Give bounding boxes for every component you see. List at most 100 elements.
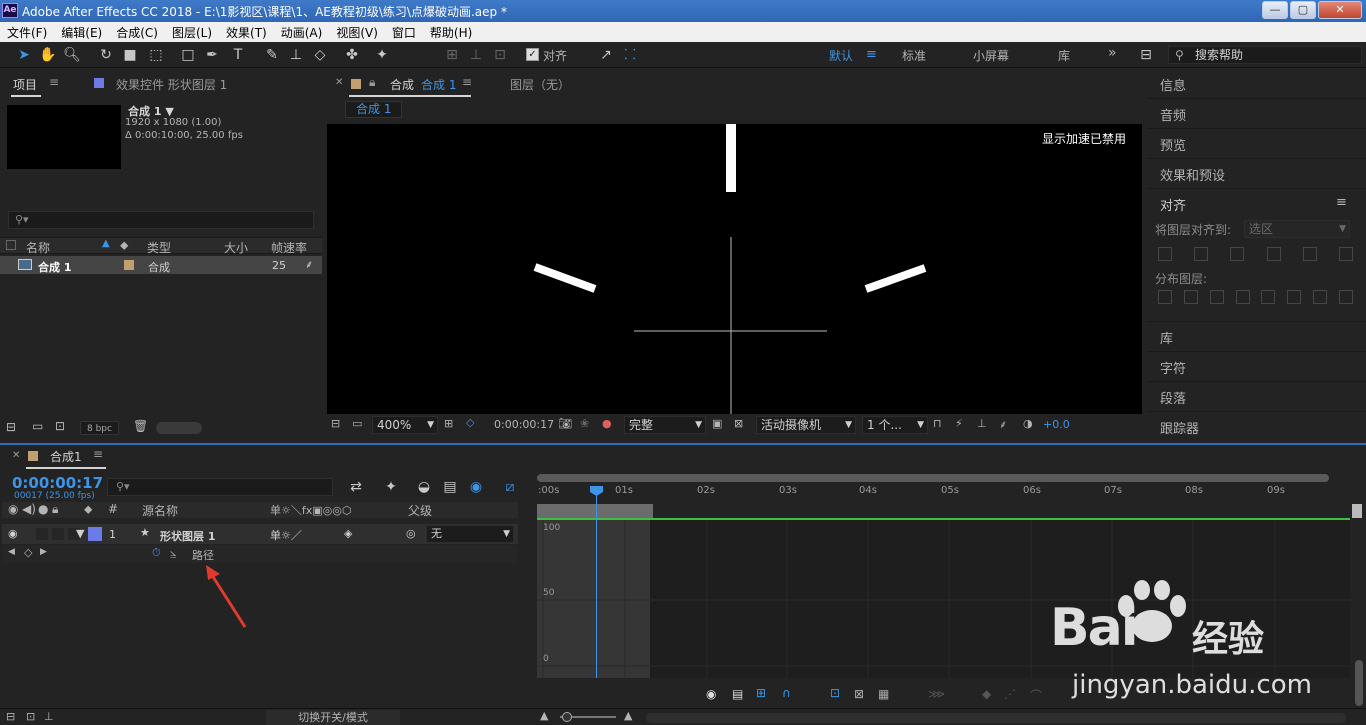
edit-keyframe-icon[interactable]: ⋙ bbox=[928, 687, 945, 701]
align-panel-menu-icon[interactable]: ≡ bbox=[1336, 195, 1347, 210]
fit-selection-icon[interactable]: ⊡ bbox=[830, 686, 840, 700]
align-top-icon[interactable] bbox=[1266, 247, 1281, 261]
snap-icon[interactable]: ∩ bbox=[782, 686, 791, 700]
more-workspaces-button[interactable]: » bbox=[1108, 45, 1117, 61]
new-composition-icon[interactable]: ⊡ bbox=[55, 419, 65, 433]
transparency-grid-icon[interactable]: ⊠ bbox=[734, 417, 743, 430]
audio-toggle[interactable] bbox=[36, 528, 48, 540]
reset-exposure-icon[interactable]: ◑ bbox=[1023, 417, 1033, 430]
hand-tool-icon[interactable]: ✋ bbox=[38, 45, 58, 65]
current-time-display[interactable]: 0:00:00:17 bbox=[12, 474, 103, 492]
comp-breadcrumb[interactable]: 合成 1 bbox=[345, 101, 403, 118]
project-panel-menu-icon[interactable]: ≡ bbox=[49, 75, 59, 89]
composition-viewer[interactable]: 显示加速已禁用 bbox=[327, 124, 1142, 414]
label-color-swatch[interactable] bbox=[124, 260, 134, 270]
time-ruler[interactable]: :00s 01s 02s 03s 04s 05s 06s 07s 08s 09s bbox=[537, 484, 1350, 502]
timeline-icon[interactable]: ⊥ bbox=[977, 417, 987, 430]
camera-dropdown[interactable]: 活动摄像机 ▼ bbox=[756, 416, 856, 434]
column-size[interactable]: 大小 bbox=[224, 239, 248, 256]
snap-edges-icon[interactable]: ↗ bbox=[596, 45, 616, 65]
flowchart-icon[interactable]: ⸙ bbox=[305, 257, 313, 272]
menu-file[interactable]: 文件(F) bbox=[0, 22, 54, 42]
panel-preview[interactable]: 预览 bbox=[1160, 135, 1186, 154]
camera-tool-icon[interactable]: ■ bbox=[120, 45, 140, 65]
layer-motion-blur-icon[interactable]: ◈ bbox=[344, 527, 352, 540]
always-preview-icon[interactable]: ⊟ bbox=[331, 417, 340, 430]
align-right-icon[interactable] bbox=[1230, 247, 1245, 261]
prev-keyframe-icon[interactable]: ◀ bbox=[8, 547, 15, 557]
auto-bezier-icon[interactable]: ⌒ bbox=[1030, 687, 1042, 704]
shy-layers-icon[interactable]: ◒ bbox=[414, 477, 434, 497]
panel-effects-presets[interactable]: 效果和预设 bbox=[1160, 165, 1225, 184]
maximize-button[interactable]: ▢ bbox=[1290, 1, 1316, 19]
show-properties-icon[interactable]: ◉ bbox=[706, 687, 716, 701]
tab-timeline-comp[interactable]: 合成1 bbox=[50, 448, 82, 465]
workspace-libraries[interactable]: 库 bbox=[1058, 47, 1070, 64]
mask-visibility-icon[interactable]: ◇ bbox=[466, 416, 474, 429]
new-folder-icon[interactable]: ▭ bbox=[32, 419, 43, 433]
tab-layer[interactable]: 图层（无） bbox=[510, 76, 570, 93]
timeline-menu-icon[interactable]: ≡ bbox=[93, 447, 103, 461]
menu-edit[interactable]: 编辑(E) bbox=[54, 22, 109, 42]
zoom-slider-thumb[interactable] bbox=[562, 712, 572, 722]
layer-name[interactable]: 形状图层 1 bbox=[160, 528, 215, 544]
layer-switches[interactable]: 单☼／ bbox=[270, 527, 302, 543]
rectangle-tool-icon[interactable]: □ bbox=[178, 45, 198, 65]
align-to-dropdown[interactable]: 选区 ▼ bbox=[1244, 220, 1350, 238]
zoom-tool-icon[interactable]: 🔍︎ bbox=[62, 45, 82, 65]
separate-dimensions-icon[interactable]: ▦ bbox=[878, 687, 889, 701]
zoom-in-icon[interactable]: ▲ bbox=[624, 709, 632, 722]
puppet-pin-tool-icon[interactable]: ✦ bbox=[372, 45, 392, 65]
eraser-tool-icon[interactable]: ◇ bbox=[310, 45, 330, 65]
snap-checkbox[interactable]: ✓ bbox=[526, 48, 539, 61]
fit-all-icon[interactable]: ⊠ bbox=[854, 687, 864, 701]
column-source-name[interactable]: 源名称 bbox=[142, 502, 178, 519]
transfer-controls-toggle-icon[interactable]: ⊡ bbox=[26, 710, 35, 723]
zoom-out-icon[interactable]: ▲ bbox=[540, 709, 548, 722]
project-item-row[interactable]: 合成 1 合成 25 ⸙ bbox=[0, 256, 322, 274]
add-keyframe-icon[interactable]: ◇ bbox=[24, 546, 32, 559]
menu-window[interactable]: 窗口 bbox=[385, 22, 423, 42]
panel-tracker[interactable]: 跟踪器 bbox=[1160, 418, 1199, 437]
region-of-interest-icon[interactable]: ▣ bbox=[712, 417, 722, 430]
flowchart-icon[interactable]: ⸙ bbox=[999, 417, 1007, 432]
work-area-bar[interactable] bbox=[537, 504, 653, 518]
lock-icon[interactable]: 🔒︎ bbox=[369, 75, 375, 90]
views-dropdown[interactable]: 1 个... ▼ bbox=[862, 416, 928, 434]
world-axis-icon[interactable]: ⊥ bbox=[466, 45, 486, 65]
show-snapshot-icon[interactable]: ❀ bbox=[580, 417, 589, 430]
frame-blending-icon[interactable]: ▤ bbox=[440, 477, 460, 497]
pan-behind-tool-icon[interactable]: ⬚ bbox=[146, 45, 166, 65]
linear-icon[interactable]: ⋰ bbox=[1004, 687, 1016, 701]
menu-view[interactable]: 视图(V) bbox=[329, 22, 385, 42]
thumbnail-scroll[interactable] bbox=[156, 422, 202, 434]
graph-include-icon[interactable]: ⦥ bbox=[170, 546, 176, 560]
tab-effect-controls[interactable]: 效果控件 形状图层 1 bbox=[116, 76, 227, 93]
panel-audio[interactable]: 音频 bbox=[1160, 105, 1186, 124]
in-out-toggle-icon[interactable]: ⊥ bbox=[44, 710, 54, 723]
distribute-left-icon[interactable] bbox=[1235, 290, 1250, 304]
column-type[interactable]: 类型 bbox=[147, 239, 171, 256]
roto-brush-tool-icon[interactable]: ✤ bbox=[342, 45, 362, 65]
pen-tool-icon[interactable]: ✒ bbox=[202, 45, 222, 65]
grid-icon[interactable]: ⊞ bbox=[444, 417, 453, 430]
workspace-default[interactable]: 默认 bbox=[829, 47, 853, 64]
help-search-input[interactable]: ⚲ 搜索帮助 bbox=[1168, 46, 1362, 64]
distribute-space-h-icon[interactable] bbox=[1338, 290, 1353, 304]
time-navigator-bar[interactable] bbox=[537, 474, 1329, 482]
distribute-vcenter-icon[interactable] bbox=[1183, 290, 1198, 304]
panel-paragraph[interactable]: 段落 bbox=[1160, 388, 1186, 407]
solo-toggle[interactable] bbox=[52, 528, 64, 540]
column-framerate[interactable]: 帧速率 bbox=[271, 239, 307, 256]
snap-features-icon[interactable]: ⸬ bbox=[620, 45, 640, 65]
panel-align[interactable]: 对齐 bbox=[1160, 195, 1186, 214]
close-tab-icon[interactable]: ✕ bbox=[12, 450, 20, 461]
workspace-standard[interactable]: 标准 bbox=[902, 47, 926, 64]
close-button[interactable]: ✕ bbox=[1318, 1, 1362, 19]
clone-stamp-tool-icon[interactable]: ⊥ bbox=[286, 45, 306, 65]
layer-row[interactable]: ◉ ▼ 1 ★ 形状图层 1 单☼／ ◈ ◎ 无 ▼ bbox=[2, 524, 518, 544]
tab-project[interactable]: 项目 bbox=[13, 76, 37, 93]
menu-composition[interactable]: 合成(C) bbox=[109, 22, 165, 42]
brush-tool-icon[interactable]: ✎ bbox=[262, 45, 282, 65]
layer-switches-toggle-icon[interactable]: ⊟ bbox=[6, 710, 15, 723]
